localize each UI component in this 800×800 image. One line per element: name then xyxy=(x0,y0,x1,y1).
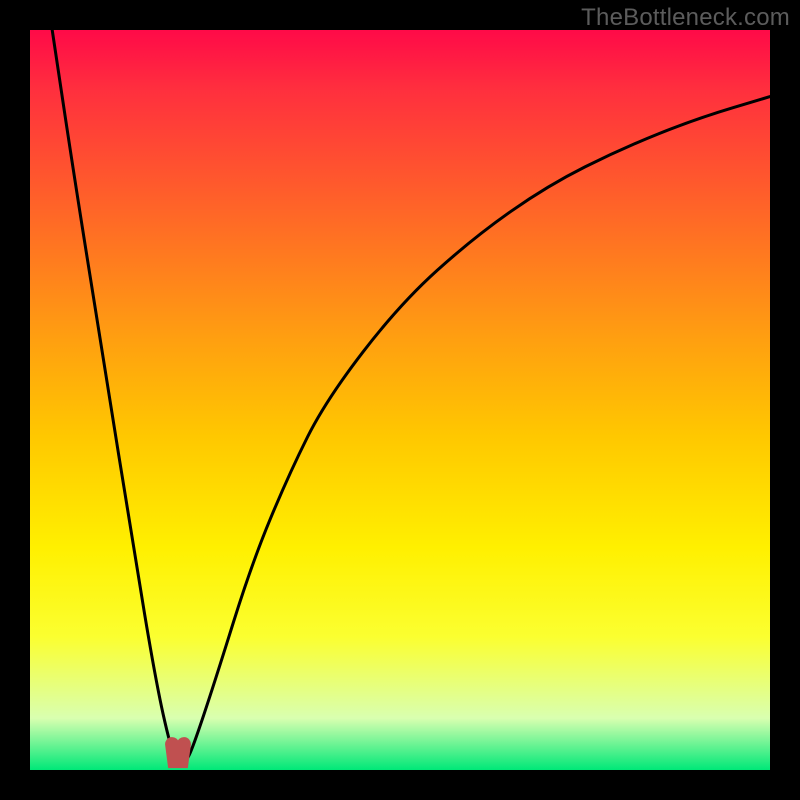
curve-layer xyxy=(30,30,770,770)
bottleneck-curve xyxy=(52,30,770,763)
bottleneck-marker xyxy=(172,744,184,761)
chart-frame: TheBottleneck.com xyxy=(0,0,800,800)
watermark-text: TheBottleneck.com xyxy=(581,4,790,32)
plot-area xyxy=(30,30,770,770)
